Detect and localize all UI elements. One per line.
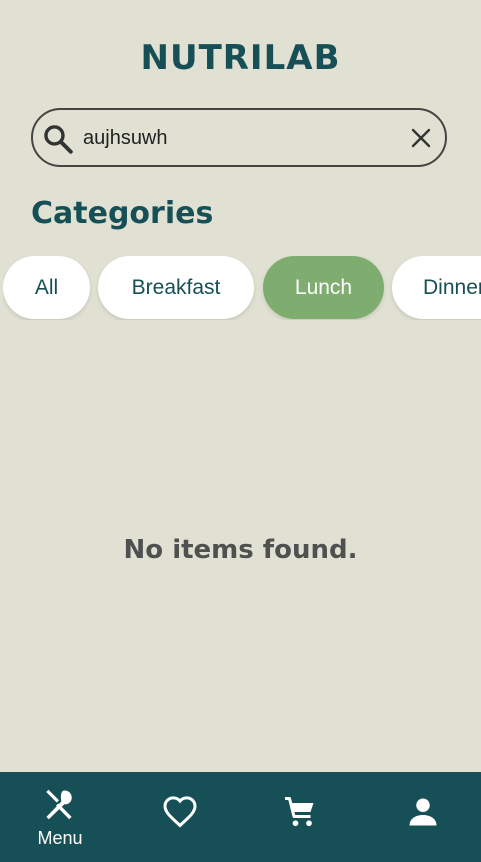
chip-breakfast[interactable]: Breakfast (98, 256, 254, 319)
utensils-icon (46, 789, 72, 820)
heart-icon (163, 796, 197, 828)
nav-item-cart[interactable] (240, 772, 360, 862)
bottom-navigation: Menu (0, 772, 481, 862)
nav-item-profile[interactable] (361, 772, 481, 862)
person-icon (409, 798, 437, 826)
close-icon[interactable] (409, 126, 433, 150)
search-input[interactable] (83, 120, 393, 156)
nav-item-menu[interactable]: Menu (0, 772, 120, 862)
cart-icon (285, 797, 314, 827)
chip-all[interactable]: All (3, 256, 90, 319)
category-chips: All Breakfast Lunch Dinner (3, 256, 481, 320)
nav-item-favorites[interactable] (120, 772, 240, 862)
search-icon (44, 125, 73, 154)
chip-lunch[interactable]: Lunch (263, 256, 384, 319)
nav-label-menu: Menu (37, 828, 83, 848)
app-title: NUTRILAB (140, 38, 341, 78)
categories-heading: Categories (31, 196, 214, 231)
empty-state-message: No items found. (123, 535, 358, 565)
chip-dinner[interactable]: Dinner (392, 256, 481, 319)
search-bar[interactable] (31, 108, 447, 167)
